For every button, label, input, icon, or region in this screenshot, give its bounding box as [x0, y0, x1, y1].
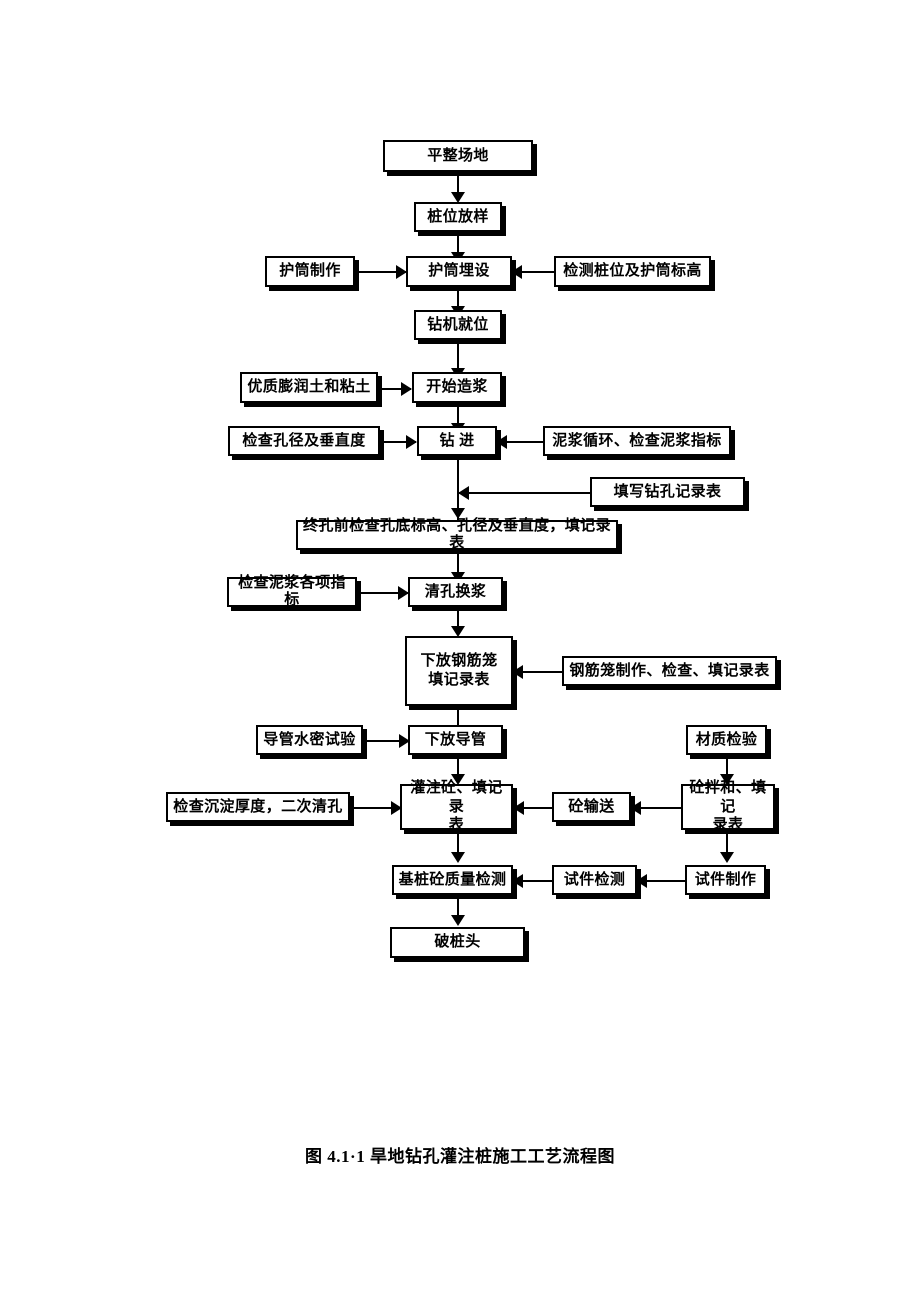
node-fill-drilling-record-sheet[interactable]: 填写钻孔记录表	[590, 477, 745, 507]
node-concrete-transport[interactable]: 砼输送	[552, 792, 631, 822]
node-label: 平整场地	[427, 147, 489, 164]
node-label: 开始造浆	[426, 379, 488, 396]
node-final-hole-check[interactable]: 终孔前检查孔底标高、孔径及垂直度，填记录表	[296, 518, 618, 551]
node-start-slurry-making[interactable]: 开始造浆	[412, 372, 502, 403]
node-concrete-pouring-record[interactable]: 灌注砼、填记录 表	[400, 780, 513, 833]
node-label: 检测桩位及护筒标高	[563, 263, 702, 280]
node-label: 填写钻孔记录表	[613, 483, 722, 500]
node-label: 护筒埋设	[428, 263, 490, 280]
node-check-hole-diameter-verticality[interactable]: 检查孔径及垂直度	[228, 426, 380, 456]
node-lower-tremie-pipe[interactable]: 下放导管	[408, 725, 503, 755]
node-label: 试件检测	[563, 871, 626, 888]
node-check-sediment-second-cleaning[interactable]: 检查沉淀厚度，二次清孔	[166, 792, 350, 822]
node-label: 清孔换浆	[424, 583, 487, 600]
arrowhead-n17-n16	[512, 665, 523, 679]
arrowhead-n24-n27	[720, 852, 734, 863]
flowchart-page: 平整场地 桩位放样 护筒制作 护筒埋设 检测桩位及护筒标高 钻机就位 优质膨润土…	[0, 0, 920, 1301]
node-lower-rebar-cage[interactable]: 下放钢筋笼 填记录表	[405, 636, 513, 706]
node-pile-concrete-quality-test[interactable]: 基桩砼质量检测	[392, 865, 513, 895]
node-quality-bentonite-clay[interactable]: 优质膨润土和粘土	[240, 372, 378, 403]
node-label: 基桩砼质量检测	[398, 871, 507, 888]
node-label: 钻 进	[439, 432, 475, 449]
arrowhead-n24-n23	[630, 801, 641, 815]
node-label-line-1: 灌注砼、填记录	[410, 779, 503, 815]
node-material-inspection[interactable]: 材质检验	[686, 725, 767, 755]
node-label: 检查孔径及垂直度	[242, 432, 366, 449]
node-label: 泥浆循环、检查泥浆指标	[552, 432, 722, 449]
arrowhead-n5-n4	[511, 265, 522, 279]
node-level-ground[interactable]: 平整场地	[383, 140, 533, 172]
node-check-slurry-indices[interactable]: 检查泥浆各项指标	[227, 575, 357, 608]
node-label: 导管水密试验	[263, 731, 356, 748]
arrowhead-n23-n22	[513, 801, 524, 815]
node-label: 破桩头	[434, 934, 481, 951]
arrowhead-n27-n26	[636, 874, 647, 888]
node-label: 钻机就位	[427, 316, 489, 333]
node-specimen-making[interactable]: 试件制作	[685, 865, 766, 895]
node-label: 砼输送	[568, 798, 615, 815]
node-label-line-2: 录表	[712, 817, 744, 834]
arrowhead-n11-n10	[496, 435, 507, 449]
node-casing-embedding[interactable]: 护筒埋设	[406, 256, 512, 287]
node-label: 试件制作	[694, 871, 757, 888]
node-label-line-2: 填记录表	[428, 672, 490, 688]
figure-caption: 图 4.1·1 旱地钻孔灌注桩施工工艺流程图	[305, 1147, 615, 1166]
arrowhead-n12-trunk	[458, 486, 469, 500]
connector-n1-n2	[457, 172, 459, 194]
node-tremie-watertight-test[interactable]: 导管水密试验	[256, 725, 363, 755]
node-hole-cleaning-slurry-replacement[interactable]: 清孔换浆	[408, 577, 503, 607]
node-label: 钢筋笼制作、检查、填记录表	[569, 662, 770, 679]
node-label: 桩位放样	[427, 208, 489, 225]
node-check-pile-position-casing-elevation[interactable]: 检测桩位及护筒标高	[554, 256, 711, 287]
arrowhead-n9-n10	[406, 435, 417, 449]
node-label-line-2: 表	[448, 817, 465, 834]
arrowhead-n22-n25	[451, 852, 465, 863]
node-label: 检查泥浆各项指标	[238, 575, 346, 608]
node-label-line-1: 砼拌和、填记	[689, 779, 767, 815]
node-rebar-cage-fabrication-check-record[interactable]: 钢筋笼制作、检查、填记录表	[562, 656, 777, 686]
node-label: 下放导管	[424, 731, 487, 748]
connector-n12-trunk	[459, 492, 590, 494]
node-break-pile-head[interactable]: 破桩头	[390, 927, 525, 958]
connector-n2-n4	[457, 232, 459, 254]
node-pile-setting-out[interactable]: 桩位放样	[414, 202, 502, 232]
node-slurry-circulation-check-index[interactable]: 泥浆循环、检查泥浆指标	[543, 426, 731, 456]
node-specimen-testing[interactable]: 试件检测	[552, 865, 637, 895]
node-label: 材质检验	[695, 731, 758, 748]
node-label-line-1: 下放钢筋笼	[420, 653, 498, 670]
node-label: 终孔前检查孔底标高、孔径及垂直度，填记录表	[302, 518, 611, 551]
arrowhead-n25-n28	[451, 915, 465, 926]
node-casing-fabrication[interactable]: 护筒制作	[265, 256, 355, 287]
node-drilling[interactable]: 钻 进	[417, 426, 497, 456]
node-concrete-mixing-record[interactable]: 砼拌和、填记 录表	[681, 780, 775, 833]
arrowhead-n7-n8	[401, 382, 412, 396]
node-label: 护筒制作	[279, 263, 341, 280]
node-drill-rig-positioning[interactable]: 钻机就位	[414, 310, 502, 340]
node-label: 优质膨润土和粘土	[247, 379, 371, 396]
node-label: 检查沉淀厚度，二次清孔	[173, 798, 343, 815]
arrowhead-n26-n25	[512, 874, 523, 888]
